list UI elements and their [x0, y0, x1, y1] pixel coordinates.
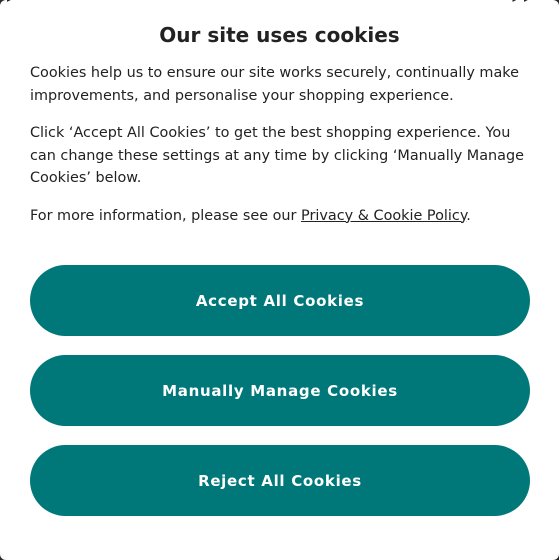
- policy-info-prefix: For more information, please see our: [30, 207, 302, 224]
- policy-info-suffix: .: [466, 207, 471, 224]
- accept-all-cookies-button[interactable]: Accept All Cookies: [30, 265, 530, 336]
- cookie-intro-text: Cookies help us to ensure our site works…: [30, 65, 519, 104]
- cookie-consent-dialog: ▸▸ ▸ ▸ Our site uses cookies Cookies hel…: [0, 0, 559, 560]
- background-fragment-left: ▸▸: [0, 0, 14, 5]
- manually-manage-cookies-button[interactable]: Manually Manage Cookies: [30, 355, 530, 426]
- background-fragment-right: ▸ ▸: [512, 0, 531, 5]
- privacy-cookie-policy-link[interactable]: Privacy & Cookie Policy: [301, 208, 466, 224]
- dialog-title: Our site uses cookies: [159, 23, 400, 47]
- policy-info-text: For more information, please see our Pri…: [30, 205, 529, 228]
- cookie-settings-text: Click ‘Accept All Cookies’ to get the be…: [30, 125, 524, 186]
- reject-all-cookies-button[interactable]: Reject All Cookies: [30, 445, 530, 516]
